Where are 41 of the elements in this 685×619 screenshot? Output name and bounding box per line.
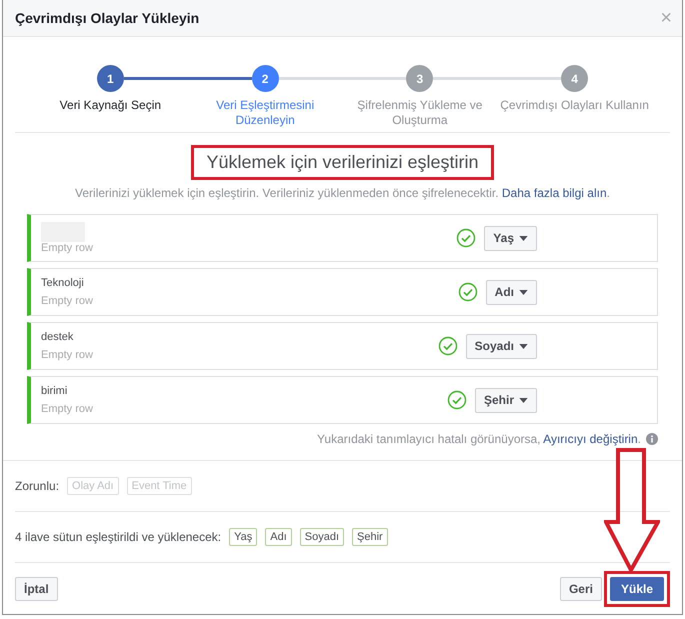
step-label: Veri Eşleştirmesini Düzenleyin: [215, 98, 316, 128]
back-button[interactable]: Geri: [560, 576, 602, 600]
field-tag: Adı: [265, 528, 292, 546]
field-tag: Soyadı: [300, 528, 344, 546]
sample-value: Empty row: [41, 295, 94, 307]
caret-icon: [519, 398, 528, 402]
upload-button[interactable]: Yükle: [610, 576, 664, 600]
instruction-text: Verilerinizi yüklemek için eşleştirin. Verileriniz yüklenmeden önce şifrelenecektir. Daha fazla bilgi alın.: [75, 186, 610, 200]
step-label: Şifrelenmiş Yükleme ve Oluşturma: [356, 98, 484, 128]
step-number: 4: [561, 65, 588, 92]
step-label: Çevrimdışı Olayları Kullanın: [500, 98, 650, 113]
caret-icon: [519, 344, 528, 348]
column-name: Teknoloji: [41, 277, 85, 289]
step-number: 1: [96, 65, 124, 92]
step-label: Veri Kaynağı Seçin: [58, 98, 162, 113]
step-number: 3: [406, 65, 434, 92]
change-separator-link[interactable]: Ayırıcıyı değiştirin: [543, 432, 638, 446]
mapped-label: 4 ilave sütun eşleştirildi ve yüklenecek:: [15, 530, 222, 544]
caret-icon: [519, 290, 528, 294]
column-name: birimi: [41, 385, 68, 397]
step-number: 2: [252, 65, 279, 92]
mapping-dropdown[interactable]: Adı: [486, 280, 537, 304]
learn-more-link[interactable]: Daha fazla bilgi alın: [502, 186, 607, 200]
dialog-title: Çevrimdışı Olaylar Yükleyin: [15, 10, 200, 26]
mapping-dropdown[interactable]: Soyadı: [466, 334, 537, 358]
column-name: destek: [41, 331, 74, 343]
field-tag: Olay Adı: [67, 477, 119, 495]
sample-value: Empty row: [41, 403, 94, 415]
mapping-dropdown[interactable]: Şehir: [474, 388, 537, 412]
sample-value: Empty row: [41, 349, 94, 361]
separator-hint: Yukarıdaki tanımlayıcı hatalı görünüyorsa, Ayırıcıyı değiştirin.: [317, 432, 641, 446]
field-tag: Şehir: [352, 528, 388, 546]
cancel-button[interactable]: İptal: [15, 576, 58, 600]
section-heading: Yüklemek için verilerinizi eşleştirin: [206, 152, 479, 173]
mapping-dropdown[interactable]: Yaş: [484, 226, 537, 250]
sample-value: Empty row: [41, 242, 94, 254]
required-label: Zorunlu:: [15, 479, 60, 493]
field-tag: Event Time: [126, 477, 192, 495]
info-icon: [646, 433, 658, 445]
field-tag: Yaş: [229, 528, 258, 546]
caret-icon: [519, 236, 528, 240]
